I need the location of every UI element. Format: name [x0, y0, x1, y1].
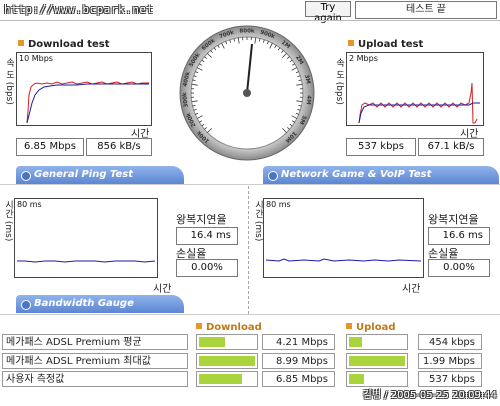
upload-avg-line [358, 102, 480, 124]
tab-network-game: Network Game & VoIP Test [263, 166, 499, 184]
bw-download-header: Download [196, 322, 262, 333]
ping-right-loss: 0.00% [428, 259, 490, 277]
bw-download-value: 6.85 Mbps [262, 371, 335, 387]
bullet-icon [196, 323, 202, 329]
end-test-label: 테스트 끝 [355, 1, 497, 19]
ping-right-xlabel: 시간 [402, 284, 421, 295]
bw-row-label: 메가패스 ADSL Premium 평균 [2, 334, 188, 350]
header-divider [0, 20, 500, 21]
tab-bandwidth-label: Bandwidth Gauge [34, 298, 134, 309]
bw-upload-bar [346, 353, 408, 369]
ping-right-rtt-label: 왕복지연율 [428, 213, 479, 226]
gauge-tick-label: 800k [239, 29, 254, 35]
bw-download-bar [196, 371, 258, 387]
tab-bandwidth-gauge: Bandwidth Gauge [16, 295, 184, 313]
gauge-dial: 100k200k300k400k500k600k700k 800k 900k1M2M… [179, 25, 315, 161]
download-axis-top: 10 Mbps [19, 54, 53, 63]
upload-kbs: 67.1 kB/s [418, 138, 484, 156]
speed-gauge: 100k 200k 300k 400k 500k 600k 700k 800k 900k 1M 2M… [178, 24, 316, 162]
ping-left-xlabel: 시간 [153, 284, 172, 295]
bw-upload-value: 537 kbps [418, 371, 482, 387]
ping-vertical-divider [248, 186, 250, 314]
bw-upload-bar-fill [349, 337, 362, 347]
try-again-button[interactable]: Try again [305, 1, 351, 24]
bw-upload-bar-fill [349, 356, 405, 366]
upload-kbps: 537 kbps [346, 138, 416, 156]
bw-download-value: 4.21 Mbps [262, 334, 335, 350]
bw-download-bar-fill [199, 356, 255, 366]
bw-upload-bar-fill [349, 374, 364, 384]
ping-left-chart: 80 ms [14, 198, 158, 278]
download-ylabel: 속 도 (bps) [4, 58, 14, 105]
download-kbs: 856 kB/s [86, 138, 152, 156]
tab-dot-icon [21, 171, 31, 181]
ping-section-divider [0, 184, 500, 185]
ping-left-loss: 0.00% [176, 259, 238, 277]
download-chart: 10 Mbps [16, 52, 152, 126]
ping-right-chart: 80 ms [263, 198, 424, 278]
bandwidth-divider [0, 314, 500, 315]
gauge-hub [243, 89, 251, 97]
site-url: http://www.bcpark.net [4, 3, 154, 16]
download-avg-line [26, 83, 149, 124]
upload-axis-top: 2 Mbps [349, 54, 378, 63]
bw-row-label: 메가패스 ADSL Premium 최대값 [2, 353, 188, 369]
bullet-icon [346, 323, 352, 329]
bw-upload-bar [346, 334, 408, 350]
download-mbps: 6.85 Mbps [16, 138, 84, 156]
upload-chart: 2 Mbps [346, 52, 484, 126]
ping-right-plot [265, 258, 422, 262]
tab-dot-icon [21, 300, 31, 310]
download-title: Download test [18, 39, 110, 50]
ping-left-line [17, 260, 156, 263]
bw-upload-header: Upload [346, 322, 395, 333]
download-rate-line [26, 81, 149, 124]
gauge-tick-label: 4M [305, 95, 312, 105]
upload-title-text: Upload test [358, 39, 424, 50]
tab-general-ping: General Ping Test [16, 166, 184, 184]
bw-upload-bar [346, 371, 408, 387]
ping-right-rtt: 16.6 ms [428, 227, 490, 245]
upload-rate-line [358, 82, 478, 124]
bw-upload-value: 1.99 Mbps [418, 353, 482, 369]
upload-chart-plot [358, 82, 480, 124]
ping-right-axis-top: 80 ms [266, 200, 291, 209]
ping-right-line [265, 258, 422, 262]
bullet-icon [18, 40, 24, 46]
download-title-text: Download test [28, 39, 110, 50]
ping-left-plot [17, 260, 156, 263]
bw-upload-header-text: Upload [356, 322, 396, 333]
ping-left-rtt-label: 왕복지연율 [176, 213, 227, 226]
bw-download-bar [196, 334, 258, 350]
upload-title: Upload test [348, 39, 423, 50]
bw-download-bar-fill [199, 337, 225, 347]
bw-download-header-text: Download [206, 322, 262, 333]
download-chart-plot [26, 81, 149, 124]
tab-network-game-label: Network Game & VoIP Test [281, 169, 432, 180]
bw-row-label: 사용자 측정값 [2, 371, 188, 387]
bullet-icon [348, 40, 354, 46]
bw-download-bar [196, 353, 258, 369]
ping-left-axis-top: 80 ms [17, 200, 42, 209]
tab-dot-icon [268, 171, 278, 181]
footer-timestamp: 김병 / 2005-05-25 20:09:44 [362, 390, 497, 401]
bw-download-value: 8.99 Mbps [262, 353, 335, 369]
ping-left-rtt: 16.4 ms [176, 227, 238, 245]
bw-download-bar-fill [199, 374, 242, 384]
tab-general-ping-label: General Ping Test [34, 169, 134, 180]
upload-ylabel: 속 도 (bps) [334, 58, 344, 105]
bw-upload-value: 454 kbps [418, 334, 482, 350]
